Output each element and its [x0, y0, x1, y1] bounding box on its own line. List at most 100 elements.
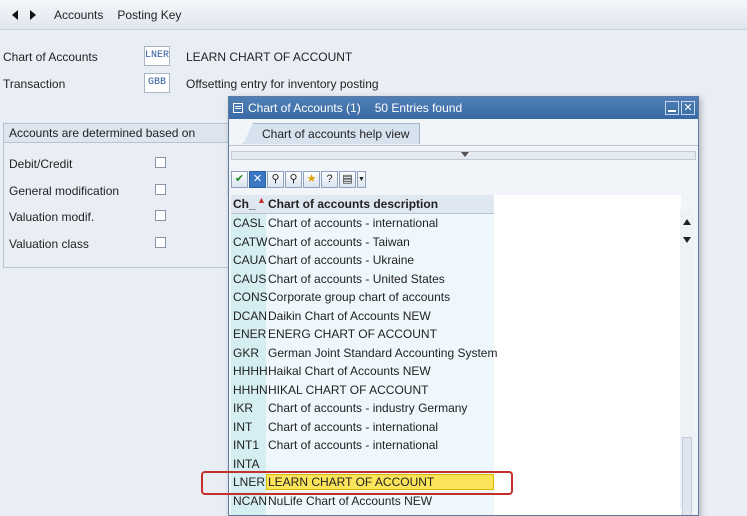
chart-of-accounts-row: Chart of Accounts LNER LEARN CHART OF AC… [0, 46, 400, 68]
scroll-thumb[interactable] [682, 437, 692, 515]
list-row[interactable]: INT1 Chart of accounts - international [231, 436, 681, 455]
option-debit-credit: Debit/Credit [9, 154, 169, 174]
chart-of-accounts-text: LEARN CHART OF ACCOUNT [186, 50, 353, 64]
option-label: Valuation class [9, 237, 89, 251]
favorite-star-icon[interactable]: ★ [303, 171, 320, 188]
row-code: LNER [233, 475, 266, 489]
list-row[interactable]: CATW Chart of accounts - Taiwan [231, 233, 681, 252]
list-row[interactable]: ENER ENERG CHART OF ACCOUNT [231, 325, 681, 344]
column-header-code[interactable]: Ch_ [233, 197, 256, 211]
find-next-icon[interactable]: ⚲ [285, 171, 302, 188]
accounts-button[interactable]: Accounts [54, 8, 103, 22]
list-row[interactable]: HHHN HIKAL CHART OF ACCOUNT [231, 381, 681, 400]
chart-of-accounts-label: Chart of Accounts [3, 50, 98, 64]
transaction-label: Transaction [3, 77, 66, 91]
list-row[interactable]: CASL Chart of accounts - international [231, 214, 681, 233]
row-code: GKR [233, 345, 260, 360]
list-row-selected[interactable]: LNER LEARN CHART OF ACCOUNT [231, 473, 681, 492]
column-header-description[interactable]: Chart of accounts description [268, 197, 438, 211]
transaction-field[interactable]: GBB [144, 73, 170, 93]
row-desc: Chart of accounts - United States [268, 271, 445, 286]
transaction-text: Offsetting entry for inventory posting [186, 77, 379, 91]
chart-of-accounts-field[interactable]: LNER [144, 46, 170, 66]
list-rows: CASL Chart of accounts - international CA… [231, 214, 681, 510]
row-code: CAUS [233, 271, 267, 286]
row-desc: Chart of accounts - industry Germany [268, 401, 468, 415]
row-desc: Corporate group chart of accounts [268, 290, 451, 304]
row-code: CONS [233, 290, 268, 304]
cancel-icon[interactable]: ✕ [249, 171, 266, 188]
row-code: IKR [233, 401, 254, 415]
dialog-window-buttons: ✕ [665, 101, 695, 115]
row-desc: German Joint Standard Accounting System [268, 345, 498, 360]
list-row[interactable]: NCAN NuLife Chart of Accounts NEW [231, 492, 681, 511]
list-header: Ch_ ▲ Chart of accounts description [231, 195, 494, 214]
row-code: CATW [233, 234, 268, 249]
list-row[interactable]: IKR Chart of accounts - industry Germany [231, 399, 681, 418]
dropdown-arrow-icon[interactable]: ▼ [357, 171, 366, 188]
row-code: HHHN [233, 382, 268, 397]
list-row[interactable]: DCAN Daikin Chart of Accounts NEW [231, 307, 681, 326]
transaction-row: Transaction GBB Offsetting entry for inv… [0, 73, 400, 95]
debit-credit-checkbox[interactable] [155, 157, 166, 168]
option-label: Valuation modif. [9, 210, 95, 224]
row-desc: ENERG CHART OF ACCOUNT [268, 327, 437, 341]
list-row[interactable]: CAUS Chart of accounts - United States [231, 270, 681, 289]
row-desc: Chart of accounts - international [268, 438, 439, 452]
option-label: Debit/Credit [9, 157, 73, 171]
general-modification-checkbox[interactable] [155, 184, 166, 195]
list-row[interactable]: INT Chart of accounts - international [231, 418, 681, 437]
row-code: DCAN [233, 308, 268, 323]
dialog-title-bar[interactable]: Chart of Accounts (1) 50 Entries found ✕ [229, 97, 698, 119]
row-code: INT1 [233, 438, 260, 452]
option-valuation-modif: Valuation modif. [9, 207, 169, 227]
chart-of-accounts-dialog: Chart of Accounts (1) 50 Entries found ✕… [228, 96, 699, 516]
close-icon[interactable]: ✕ [681, 101, 695, 115]
row-desc: Chart of accounts - Ukraine [268, 253, 415, 267]
list-row[interactable]: INTA [231, 455, 681, 474]
list-row[interactable]: CAUA Chart of accounts - Ukraine [231, 251, 681, 270]
row-desc: Chart of accounts - international [268, 419, 439, 434]
scroll-down-icon[interactable] [683, 237, 691, 243]
binoculars-icon[interactable]: ⚲ [267, 171, 284, 188]
minimize-icon[interactable] [665, 101, 679, 115]
dialog-window-icon [233, 103, 243, 113]
list-row[interactable]: GKR German Joint Standard Accounting Syst… [231, 344, 681, 363]
row-desc: Daikin Chart of Accounts NEW [268, 308, 431, 323]
tab-help-view[interactable]: Chart of accounts help view [243, 123, 421, 144]
option-valuation-class: Valuation class [9, 234, 169, 254]
back-arrow-icon[interactable] [8, 5, 22, 25]
sort-indicator-icon: ▲ [257, 195, 266, 205]
row-code: HHHH [233, 364, 268, 378]
print-icon[interactable]: ▤ [339, 171, 356, 188]
dialog-tab-strip: Chart of accounts help view [229, 119, 698, 146]
forward-arrow-icon[interactable] [26, 5, 40, 25]
dialog-title: Chart of Accounts (1) [248, 101, 361, 115]
valuation-modif-checkbox[interactable] [155, 210, 166, 221]
scroll-up-icon[interactable] [683, 219, 691, 225]
entries-found-text: 50 Entries found [374, 101, 463, 115]
list-scrollbar[interactable] [680, 209, 694, 515]
row-desc: Chart of accounts - Taiwan [268, 234, 410, 249]
option-general-modification: General modification [9, 181, 169, 201]
row-desc: Chart of accounts - international [268, 216, 439, 230]
valuation-class-checkbox[interactable] [155, 237, 166, 248]
determination-group: Accounts are determined based on Debit/C… [3, 123, 235, 268]
restriction-toggle-bar[interactable] [231, 151, 696, 160]
option-label: General modification [9, 184, 120, 198]
row-desc: HIKAL CHART OF ACCOUNT [268, 382, 429, 397]
dialog-icon-bar: ✔ ✕ ⚲ ⚲ ★ ? ▤ ▼ [231, 171, 366, 191]
list-row[interactable]: HHHH Haikal Chart of Accounts NEW [231, 362, 681, 381]
row-desc: Haikal Chart of Accounts NEW [268, 364, 431, 378]
results-list: Ch_ ▲ Chart of accounts description CASL… [231, 195, 681, 515]
checkmark-icon[interactable]: ✔ [231, 171, 248, 188]
expand-handle-icon[interactable] [461, 152, 469, 157]
row-desc: LEARN CHART OF ACCOUNT [268, 475, 435, 489]
determination-group-title: Accounts are determined based on [4, 124, 234, 143]
posting-key-button[interactable]: Posting Key [117, 8, 181, 22]
row-code: NCAN [233, 493, 268, 508]
list-row[interactable]: CONS Corporate group chart of accounts [231, 288, 681, 307]
row-desc: NuLife Chart of Accounts NEW [268, 493, 433, 508]
help-icon[interactable]: ? [321, 171, 338, 188]
top-toolbar: Accounts Posting Key [0, 0, 747, 30]
